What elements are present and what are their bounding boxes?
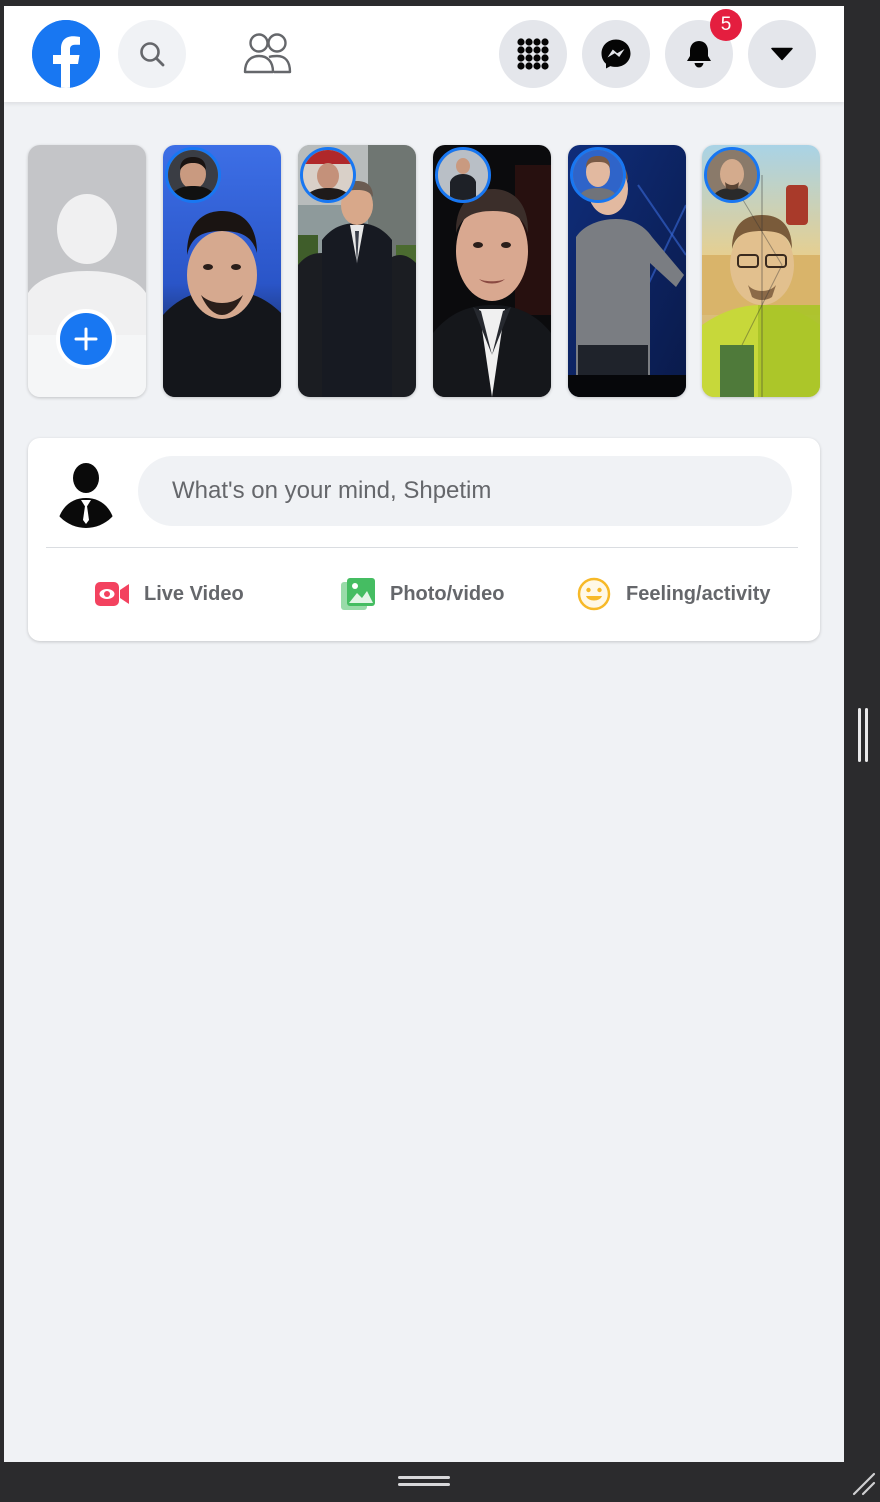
story-author-avatar	[165, 147, 221, 203]
caret-down-icon	[771, 47, 793, 61]
default-avatar-silhouette	[28, 194, 146, 335]
feeling-activity-button[interactable]: Feeling/activity	[576, 572, 771, 616]
story-author-avatar	[300, 147, 356, 203]
create-story-profile-placeholder	[28, 145, 146, 335]
post-composer: What's on your mind, Shpetim Live Video	[28, 438, 820, 641]
facebook-f-icon	[32, 20, 100, 88]
story-card[interactable]	[568, 145, 686, 397]
facebook-logo[interactable]	[32, 20, 100, 88]
live-video-icon	[94, 576, 130, 612]
story-card[interactable]	[702, 145, 820, 397]
search-button[interactable]	[118, 20, 186, 88]
smiley-icon	[576, 576, 612, 612]
notification-count-badge: 5	[710, 9, 742, 41]
messenger-icon	[601, 39, 631, 69]
search-icon	[140, 42, 165, 67]
feeling-activity-label: Feeling/activity	[626, 582, 771, 605]
story-card[interactable]	[298, 145, 416, 397]
friends-button[interactable]	[242, 32, 292, 76]
story-author-avatar	[570, 147, 626, 203]
horizontal-resize-handle[interactable]	[396, 1474, 452, 1488]
facebook-viewport: 5 What's on your mind, Shpetim Live Vide…	[4, 6, 844, 1462]
menu-button[interactable]	[499, 20, 567, 88]
photo-video-label: Photo/video	[390, 582, 505, 605]
resize-grip-icon	[852, 1472, 876, 1496]
top-navigation-bar: 5	[4, 6, 844, 102]
menu-grid-icon	[517, 38, 549, 70]
story-author-avatar	[435, 147, 491, 203]
friends-icon	[243, 33, 292, 74]
add-story-button[interactable]	[56, 309, 116, 369]
live-video-label: Live Video	[144, 582, 244, 605]
create-story-card[interactable]	[28, 145, 146, 397]
story-author-avatar	[704, 147, 760, 203]
user-silhouette-icon	[50, 456, 122, 528]
plus-icon	[74, 327, 98, 351]
photo-icon	[340, 576, 376, 612]
messenger-button[interactable]	[582, 20, 650, 88]
composer-divider	[46, 547, 798, 548]
bell-icon	[687, 41, 711, 68]
account-menu-button[interactable]	[748, 20, 816, 88]
live-video-button[interactable]: Live Video	[94, 572, 244, 616]
story-card[interactable]	[433, 145, 551, 397]
photo-video-button[interactable]: Photo/video	[340, 572, 504, 616]
corner-resize-grip[interactable]	[850, 1470, 876, 1496]
status-input[interactable]: What's on your mind, Shpetim	[138, 456, 792, 526]
user-avatar[interactable]	[50, 456, 122, 528]
story-card[interactable]	[163, 145, 281, 397]
vertical-resize-handle[interactable]	[856, 708, 870, 762]
